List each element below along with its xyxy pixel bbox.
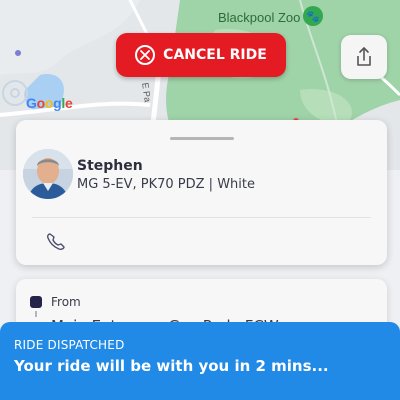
dispatch-status: RIDE DISPATCHED	[14, 338, 125, 352]
sheet-grabber[interactable]	[170, 137, 234, 140]
call-driver-button[interactable]	[44, 230, 68, 254]
divider	[32, 217, 371, 218]
driver-card: Stephen MG 5-EV, PK70 PDZ | White	[16, 120, 387, 265]
vehicle-details: MG 5-EV, PK70 PDZ | White	[77, 177, 255, 192]
x-circle-icon	[135, 45, 156, 65]
share-icon	[357, 47, 371, 66]
dispatch-banner: RIDE DISPATCHED Your ride will be with y…	[0, 322, 400, 400]
map-poi-label[interactable]: Blackpool Zoo	[218, 10, 300, 25]
share-button[interactable]	[341, 35, 387, 79]
paw-icon: 🐾	[303, 6, 323, 26]
google-logo: Google	[26, 95, 73, 111]
phone-icon	[47, 233, 65, 250]
dispatch-message: Your ride will be with you in 2 mins...	[14, 357, 329, 375]
driver-avatar	[23, 149, 73, 199]
cancel-ride-label: CANCEL RIDE	[163, 47, 267, 63]
route-line	[35, 311, 37, 317]
cancel-ride-button[interactable]: CANCEL RIDE	[116, 33, 286, 77]
driver-name: Stephen	[77, 158, 143, 174]
pickup-marker-icon	[30, 296, 42, 308]
from-label: From	[51, 295, 81, 309]
